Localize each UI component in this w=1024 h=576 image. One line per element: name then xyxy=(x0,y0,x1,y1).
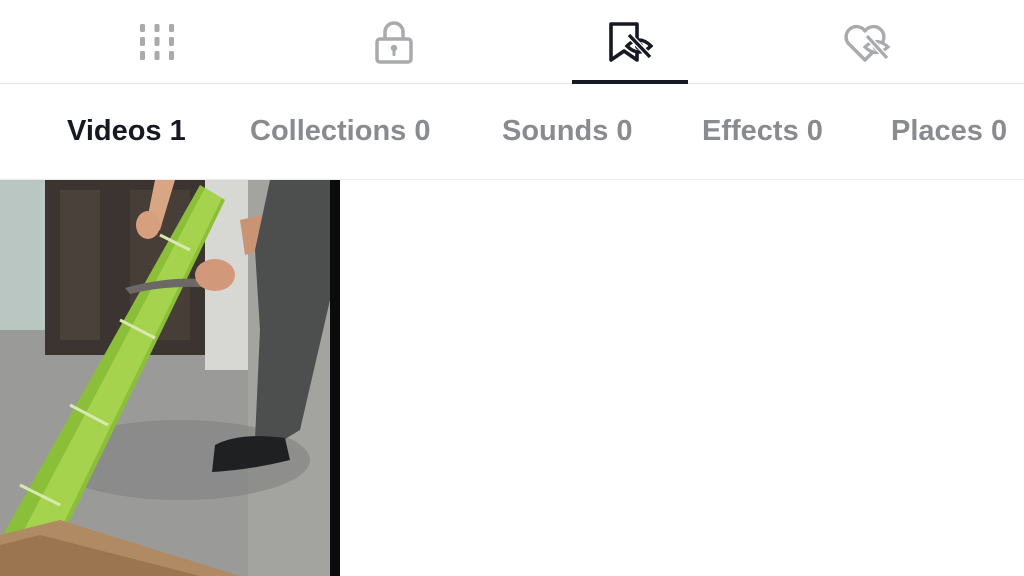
bookmark-hidden-icon xyxy=(605,20,655,64)
tab-favorites[interactable] xyxy=(572,0,688,84)
tab-videos-grid[interactable] xyxy=(98,0,216,84)
profile-tab-bar xyxy=(0,0,1024,84)
subtab-places[interactable]: Places 0 xyxy=(891,84,1007,179)
tab-liked[interactable] xyxy=(808,0,926,84)
subtab-collections[interactable]: Collections 0 xyxy=(250,84,431,179)
favorites-category-tabs: Videos 1 Collections 0 Sounds 0 Effects … xyxy=(0,84,1024,180)
video-thumbnail[interactable] xyxy=(0,180,340,576)
tab-private[interactable] xyxy=(335,0,453,84)
grid-icon xyxy=(137,22,177,62)
subtab-sounds[interactable]: Sounds 0 xyxy=(502,84,633,179)
video-grid xyxy=(0,180,1024,576)
lock-icon xyxy=(373,20,415,64)
subtab-videos[interactable]: Videos 1 xyxy=(67,84,186,179)
heart-hidden-icon xyxy=(841,20,893,64)
subtab-effects[interactable]: Effects 0 xyxy=(702,84,823,179)
